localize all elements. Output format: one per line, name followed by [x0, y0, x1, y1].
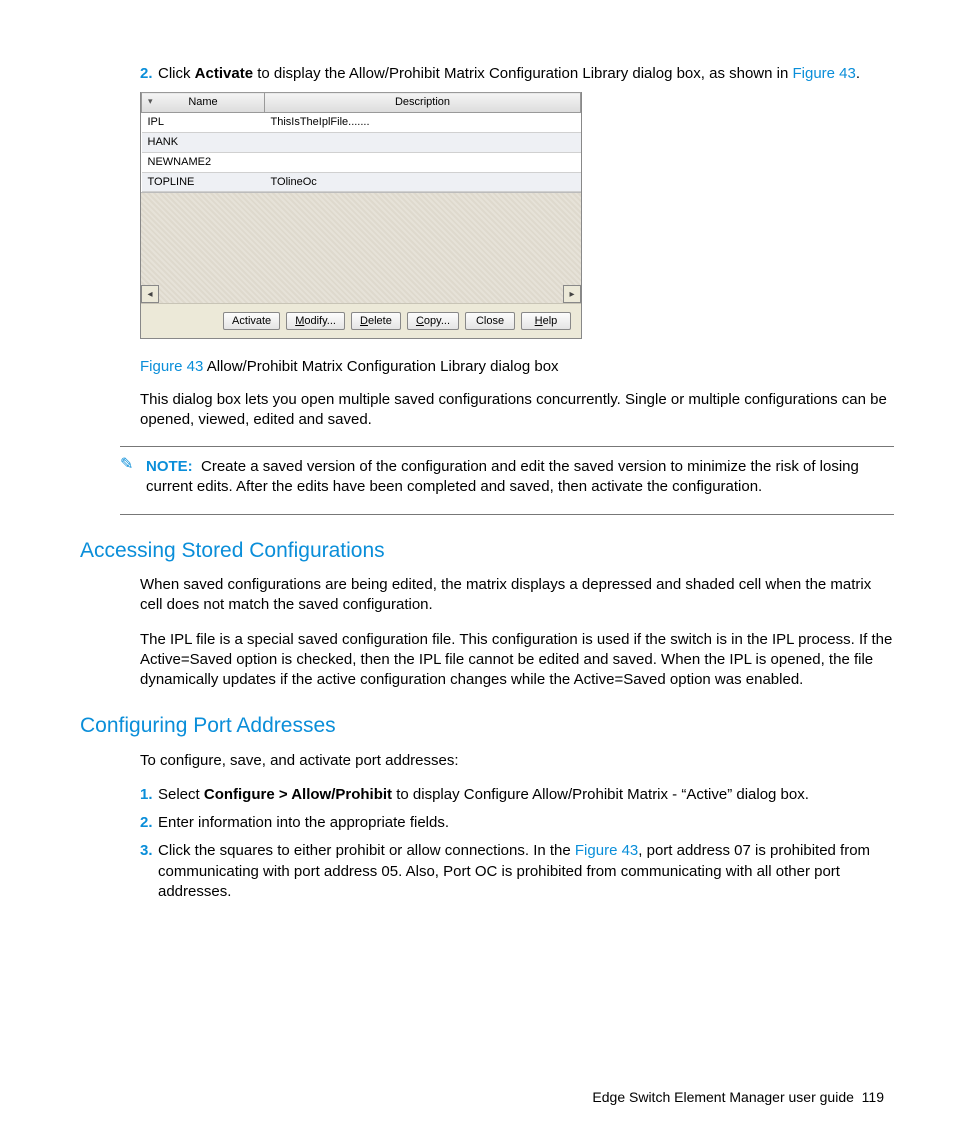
copy-button[interactable]: Copy...: [407, 312, 459, 330]
access-p1: When saved configurations are being edit…: [140, 575, 894, 616]
note-text: NOTE: Create a saved version of the conf…: [146, 457, 894, 498]
activate-button[interactable]: Activate: [223, 312, 280, 330]
conf-s1-post: to display Configure Allow/Prohibit Matr…: [392, 786, 809, 803]
col-header-description[interactable]: Description: [265, 93, 581, 113]
col-header-name[interactable]: ▾ Name: [142, 93, 265, 113]
step-2-bold: Activate: [195, 65, 253, 82]
help-button[interactable]: Help: [521, 312, 571, 330]
step-2-end: .: [856, 65, 860, 82]
heading-accessing-stored: Accessing Stored Configurations: [80, 537, 894, 565]
conf-step-3-text: Click the squares to either prohibit or …: [158, 841, 894, 902]
step-2: 2. Click Activate to display the Allow/P…: [140, 64, 894, 84]
delete-mnemonic: D: [360, 315, 368, 327]
note-block: ✎ NOTE: Create a saved version of the co…: [120, 457, 894, 498]
footer-page-number: 119: [862, 1089, 884, 1105]
close-label: Close: [476, 315, 504, 327]
col-header-desc-label: Description: [395, 96, 450, 108]
table-empty-area: ◂ ▸: [141, 192, 581, 303]
conf-step-2-number: 2.: [140, 813, 158, 833]
note-icon: ✎: [120, 457, 140, 498]
help-mnemonic: H: [535, 315, 543, 327]
conf-step-3-number: 3.: [140, 841, 158, 902]
conf-s1-pre: Select: [158, 786, 204, 803]
figure-caption-text: Allow/Prohibit Matrix Configuration Libr…: [203, 358, 558, 375]
cell-desc: ThisIsTheIplFile.......: [265, 113, 581, 133]
col-header-name-label: Name: [188, 96, 217, 108]
copy-label: opy...: [424, 315, 450, 327]
sort-arrow-icon: ▾: [148, 95, 153, 107]
figure-43-link-2[interactable]: Figure 43: [575, 842, 638, 859]
scroll-right-icon[interactable]: ▸: [563, 285, 581, 303]
step-2-number: 2.: [140, 64, 158, 84]
config-table: ▾ Name Description IPLThisIsTheIplFile...…: [141, 92, 581, 192]
delete-button[interactable]: Delete: [351, 312, 401, 330]
table-row[interactable]: HANK: [142, 132, 581, 152]
table-row[interactable]: NEWNAME2: [142, 152, 581, 172]
help-label: elp: [543, 315, 558, 327]
delete-label: elete: [368, 315, 392, 327]
note-label: NOTE:: [146, 458, 193, 475]
figure-caption-label: Figure 43: [140, 358, 203, 375]
caption-paragraph: This dialog box lets you open multiple s…: [140, 390, 894, 431]
step-2-post: to display the Allow/Prohibit Matrix Con…: [253, 65, 792, 82]
note-body: Create a saved version of the configurat…: [146, 458, 859, 495]
modify-button[interactable]: Modify...: [286, 312, 345, 330]
dialog-screenshot: ▾ Name Description IPLThisIsTheIplFile...…: [140, 92, 582, 339]
cell-desc: [265, 132, 581, 152]
activate-label: Activate: [232, 315, 271, 327]
table-row[interactable]: IPLThisIsTheIplFile.......: [142, 113, 581, 133]
figure-caption: Figure 43 Allow/Prohibit Matrix Configur…: [140, 357, 894, 377]
access-p2: The IPL file is a special saved configur…: [140, 630, 894, 691]
step-2-pre: Click: [158, 65, 195, 82]
close-button[interactable]: Close: [465, 312, 515, 330]
cell-name: NEWNAME2: [142, 152, 265, 172]
cell-name: HANK: [142, 132, 265, 152]
table-row[interactable]: TOPLINETOlineOc: [142, 172, 581, 192]
cell-desc: [265, 152, 581, 172]
note-rule-top: [120, 446, 894, 447]
note-rule-bottom: [120, 514, 894, 515]
conf-step-2: 2. Enter information into the appropriat…: [140, 813, 894, 833]
conf-step-1-text: Select Configure > Allow/Prohibit to dis…: [158, 785, 894, 805]
conf-s3-pre: Click the squares to either prohibit or …: [158, 842, 575, 859]
conf-step-3: 3. Click the squares to either prohibit …: [140, 841, 894, 902]
page-footer: Edge Switch Element Manager user guide 1…: [592, 1089, 884, 1105]
modify-label: odify...: [304, 315, 336, 327]
conf-step-2-text: Enter information into the appropriate f…: [158, 813, 894, 833]
conf-s1-bold: Configure > Allow/Prohibit: [204, 786, 392, 803]
conf-intro: To configure, save, and activate port ad…: [140, 751, 894, 771]
conf-step-1-number: 1.: [140, 785, 158, 805]
scroll-left-icon[interactable]: ◂: [141, 285, 159, 303]
cell-name: TOPLINE: [142, 172, 265, 192]
copy-mnemonic: C: [416, 315, 424, 327]
cell-desc: TOlineOc: [265, 172, 581, 192]
dialog-button-bar: Activate Modify... Delete Copy... Close …: [141, 303, 581, 338]
step-2-text: Click Activate to display the Allow/Proh…: [158, 64, 894, 84]
modify-mnemonic: M: [295, 315, 304, 327]
figure-43-link[interactable]: Figure 43: [792, 65, 855, 82]
footer-text: Edge Switch Element Manager user guide: [592, 1089, 853, 1105]
heading-configuring-port: Configuring Port Addresses: [80, 712, 894, 740]
cell-name: IPL: [142, 113, 265, 133]
conf-step-1: 1. Select Configure > Allow/Prohibit to …: [140, 785, 894, 805]
